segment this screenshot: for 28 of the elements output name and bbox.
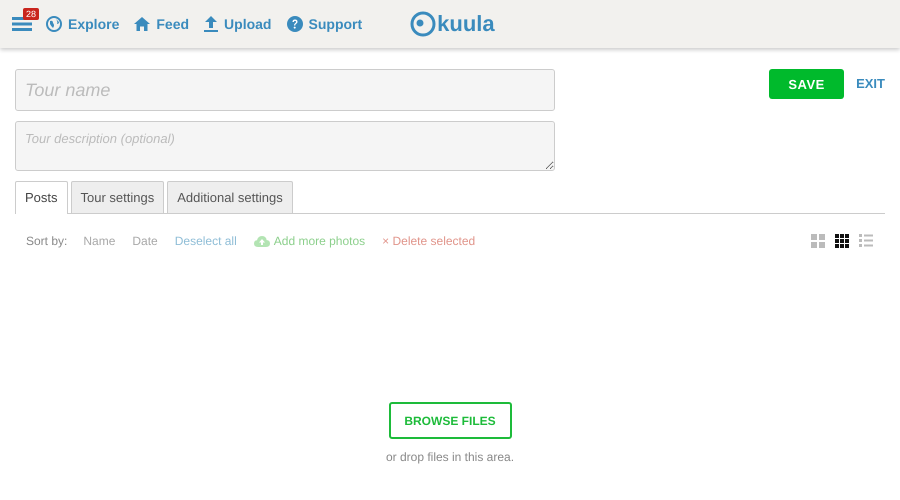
- small-grid-icon[interactable]: [835, 234, 849, 248]
- logo-icon: [410, 11, 436, 37]
- help-icon: [286, 16, 302, 32]
- nav-link[interactable]: Upload: [204, 16, 272, 32]
- tour-name-field[interactable]: Tour name: [15, 69, 555, 111]
- add-photos-link[interactable]: Add more photos: [254, 234, 366, 248]
- upload-icon: [204, 16, 218, 32]
- delete-selected-link[interactable]: × Delete selected: [382, 234, 476, 248]
- nav-link[interactable]: Feed: [134, 16, 190, 32]
- drop-hint: or drop files in this area.: [386, 450, 514, 464]
- sort-label: Sort by:: [26, 234, 68, 248]
- home-icon: [134, 17, 150, 31]
- nav-link[interactable]: Support: [286, 16, 362, 32]
- cloud-upload-icon: [254, 236, 270, 246]
- tab[interactable]: Tour settings: [70, 181, 164, 213]
- logo-text[interactable]: kuula: [437, 11, 495, 37]
- deselect-all-link[interactable]: Deselect all: [174, 234, 237, 248]
- nav-link[interactable]: Explore: [46, 16, 120, 32]
- sort-option[interactable]: Name: [83, 234, 116, 248]
- globe-icon: [46, 16, 62, 32]
- tab[interactable]: Additional settings: [167, 181, 293, 213]
- save-button[interactable]: SAVE: [769, 69, 844, 99]
- sort-option[interactable]: Date: [132, 234, 158, 248]
- tour-description-field[interactable]: Tour description (optional): [15, 121, 555, 171]
- exit-link[interactable]: EXIT: [856, 76, 885, 91]
- tab[interactable]: Posts: [15, 181, 68, 214]
- notification-badge: 28: [23, 8, 40, 20]
- browse-files-button[interactable]: BROWSE FILES: [388, 402, 512, 439]
